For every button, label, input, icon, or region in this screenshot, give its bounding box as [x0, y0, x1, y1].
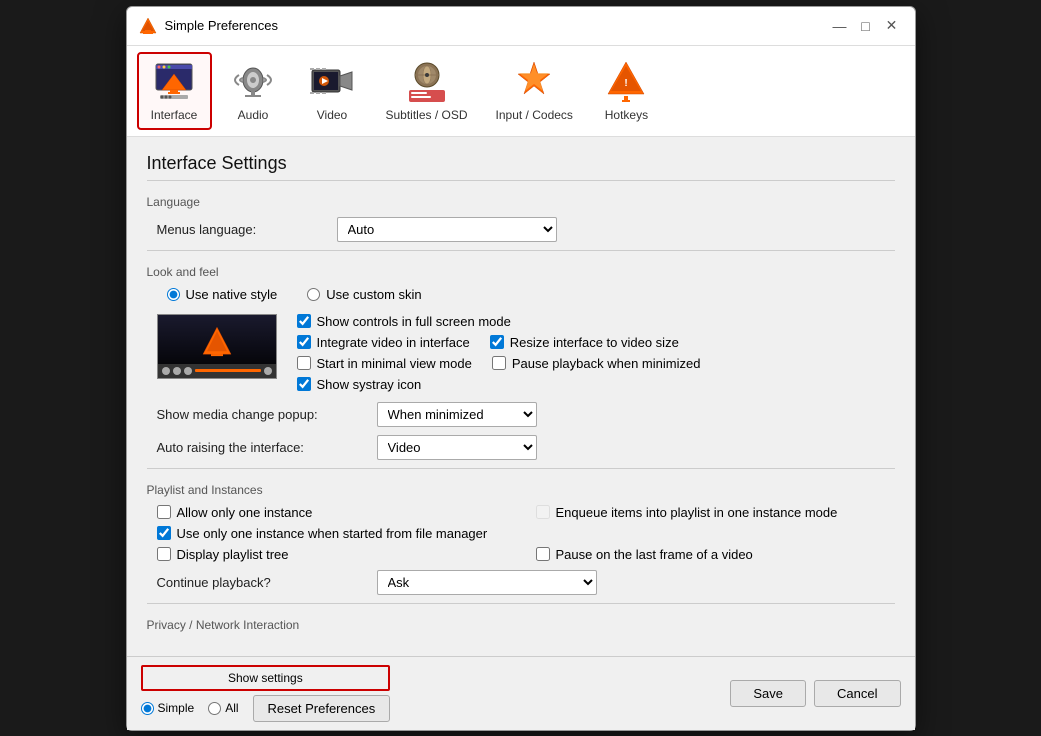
preview-cone	[202, 326, 232, 359]
media-change-select[interactable]: When minimized Always Never	[377, 402, 537, 427]
integrate-video-checkbox[interactable]: Integrate video in interface	[297, 335, 470, 350]
enqueue-playlist-label: Enqueue items into playlist in one insta…	[556, 505, 838, 520]
minimal-view-checkbox[interactable]: Start in minimal view mode	[297, 356, 472, 371]
custom-skin-radio[interactable]: Use custom skin	[307, 287, 421, 302]
show-settings-button[interactable]: Show settings	[141, 665, 391, 691]
interface-preview	[157, 314, 277, 379]
bottom-bar: Show settings Simple All Reset Preferenc…	[127, 656, 915, 730]
language-section-label: Language	[147, 195, 895, 209]
subtitles-icon	[405, 60, 449, 104]
resize-interface-checkbox[interactable]: Resize interface to video size	[490, 335, 679, 350]
title-buttons: — □ ✕	[829, 15, 903, 37]
media-change-label: Show media change popup:	[157, 407, 367, 422]
menus-language-select[interactable]: Auto English French German Spanish	[337, 217, 557, 242]
language-section-content: Menus language: Auto English French Germ…	[147, 217, 895, 242]
minimize-button[interactable]: —	[829, 15, 851, 37]
look-and-feel-section: Look and feel Use native style Use custo…	[147, 265, 895, 460]
continue-playback-label: Continue playback?	[157, 575, 367, 590]
language-section: Language Menus language: Auto English Fr…	[147, 195, 895, 242]
auto-raising-label: Auto raising the interface:	[157, 440, 367, 455]
vlc-icon	[139, 17, 157, 35]
integrate-video-label: Integrate video in interface	[317, 335, 470, 350]
enqueue-playlist-checkbox[interactable]: Enqueue items into playlist in one insta…	[536, 505, 895, 520]
save-button[interactable]: Save	[730, 680, 806, 707]
cat-audio[interactable]: Audio	[216, 52, 291, 130]
interface-icon	[152, 60, 196, 104]
systray-label: Show systray icon	[317, 377, 422, 392]
playlist-section-label: Playlist and Instances	[147, 483, 895, 497]
simple-mode-label: Simple	[158, 701, 195, 715]
bottom-left: Show settings Simple All Reset Preferenc…	[141, 665, 391, 722]
preview-section: Show controls in full screen mode Integr…	[157, 314, 895, 392]
playlist-instances-section: Playlist and Instances Allow only one in…	[147, 483, 895, 595]
systray-checkbox[interactable]: Show systray icon	[297, 377, 895, 392]
content-area: Interface Settings Language Menus langua…	[127, 137, 915, 656]
native-style-radio[interactable]: Use native style	[167, 287, 278, 302]
cat-hotkeys-label: Hotkeys	[605, 108, 648, 122]
preview-bar	[158, 364, 276, 378]
input-icon	[512, 60, 556, 104]
cat-hotkeys[interactable]: ! Hotkeys	[589, 52, 664, 130]
continue-playback-select[interactable]: Ask Always Never	[377, 570, 597, 595]
menus-language-label: Menus language:	[157, 222, 337, 237]
simple-preferences-dialog: Simple Preferences — □ ✕	[126, 6, 916, 731]
maximize-button[interactable]: □	[855, 15, 877, 37]
page-title: Interface Settings	[147, 153, 895, 181]
display-playlist-checkbox[interactable]: Display playlist tree	[157, 547, 516, 562]
playlist-section-content: Allow only one instance Enqueue items in…	[147, 505, 895, 595]
look-feel-checkboxes: Show controls in full screen mode Integr…	[297, 314, 895, 392]
cat-interface-label: Interface	[151, 108, 198, 122]
auto-raising-row: Auto raising the interface: Video Always…	[157, 435, 895, 460]
cat-interface[interactable]: Interface	[137, 52, 212, 130]
all-mode-label: All	[225, 701, 238, 715]
privacy-section-label: Privacy / Network Interaction	[147, 618, 895, 632]
cat-input-label: Input / Codecs	[496, 108, 573, 122]
reset-preferences-button[interactable]: Reset Preferences	[253, 695, 391, 722]
settings-mode-radios: Simple All Reset Preferences	[141, 695, 391, 722]
title-bar: Simple Preferences — □ ✕	[127, 7, 915, 46]
cat-audio-label: Audio	[238, 108, 269, 122]
dialog-title: Simple Preferences	[165, 18, 278, 33]
file-manager-instance-checkbox[interactable]: Use only one instance when started from …	[157, 526, 895, 541]
media-change-row: Show media change popup: When minimized …	[157, 402, 895, 427]
minimal-view-label: Start in minimal view mode	[317, 356, 472, 371]
custom-skin-label: Use custom skin	[326, 287, 421, 302]
video-icon	[310, 60, 354, 104]
simple-mode-radio[interactable]: Simple	[141, 701, 195, 715]
bottom-right: Save Cancel	[730, 680, 900, 707]
cat-subtitles[interactable]: Subtitles / OSD	[374, 52, 480, 130]
one-instance-checkbox[interactable]: Allow only one instance	[157, 505, 516, 520]
style-radio-row: Use native style Use custom skin	[157, 287, 895, 302]
cat-video-label: Video	[317, 108, 347, 122]
file-manager-instance-label: Use only one instance when started from …	[177, 526, 488, 541]
look-feel-label: Look and feel	[147, 265, 895, 279]
resize-interface-label: Resize interface to video size	[510, 335, 679, 350]
cat-subtitles-label: Subtitles / OSD	[386, 108, 468, 122]
menus-language-row: Menus language: Auto English French Germ…	[157, 217, 895, 242]
display-playlist-label: Display playlist tree	[177, 547, 289, 562]
pause-last-frame-label: Pause on the last frame of a video	[556, 547, 753, 562]
hotkeys-icon: !	[604, 60, 648, 104]
fullscreen-controls-label: Show controls in full screen mode	[317, 314, 511, 329]
native-style-label: Use native style	[186, 287, 278, 302]
audio-icon	[231, 60, 275, 104]
auto-raising-select[interactable]: Video Always Never	[377, 435, 537, 460]
svg-text:!: !	[625, 78, 628, 89]
cat-video[interactable]: Video	[295, 52, 370, 130]
all-mode-radio[interactable]: All	[208, 701, 238, 715]
title-bar-left: Simple Preferences	[139, 17, 278, 35]
fullscreen-controls-checkbox[interactable]: Show controls in full screen mode	[297, 314, 895, 329]
pause-minimized-label: Pause playback when minimized	[512, 356, 701, 371]
pause-minimized-checkbox[interactable]: Pause playback when minimized	[492, 356, 701, 371]
cat-input[interactable]: Input / Codecs	[484, 52, 585, 130]
continue-playback-row: Continue playback? Ask Always Never	[157, 570, 895, 595]
cancel-button[interactable]: Cancel	[814, 680, 900, 707]
category-bar: Interface Audio	[127, 46, 915, 137]
look-feel-content: Use native style Use custom skin	[147, 287, 895, 460]
one-instance-label: Allow only one instance	[177, 505, 313, 520]
pause-last-frame-checkbox[interactable]: Pause on the last frame of a video	[536, 547, 895, 562]
close-button[interactable]: ✕	[881, 15, 903, 37]
